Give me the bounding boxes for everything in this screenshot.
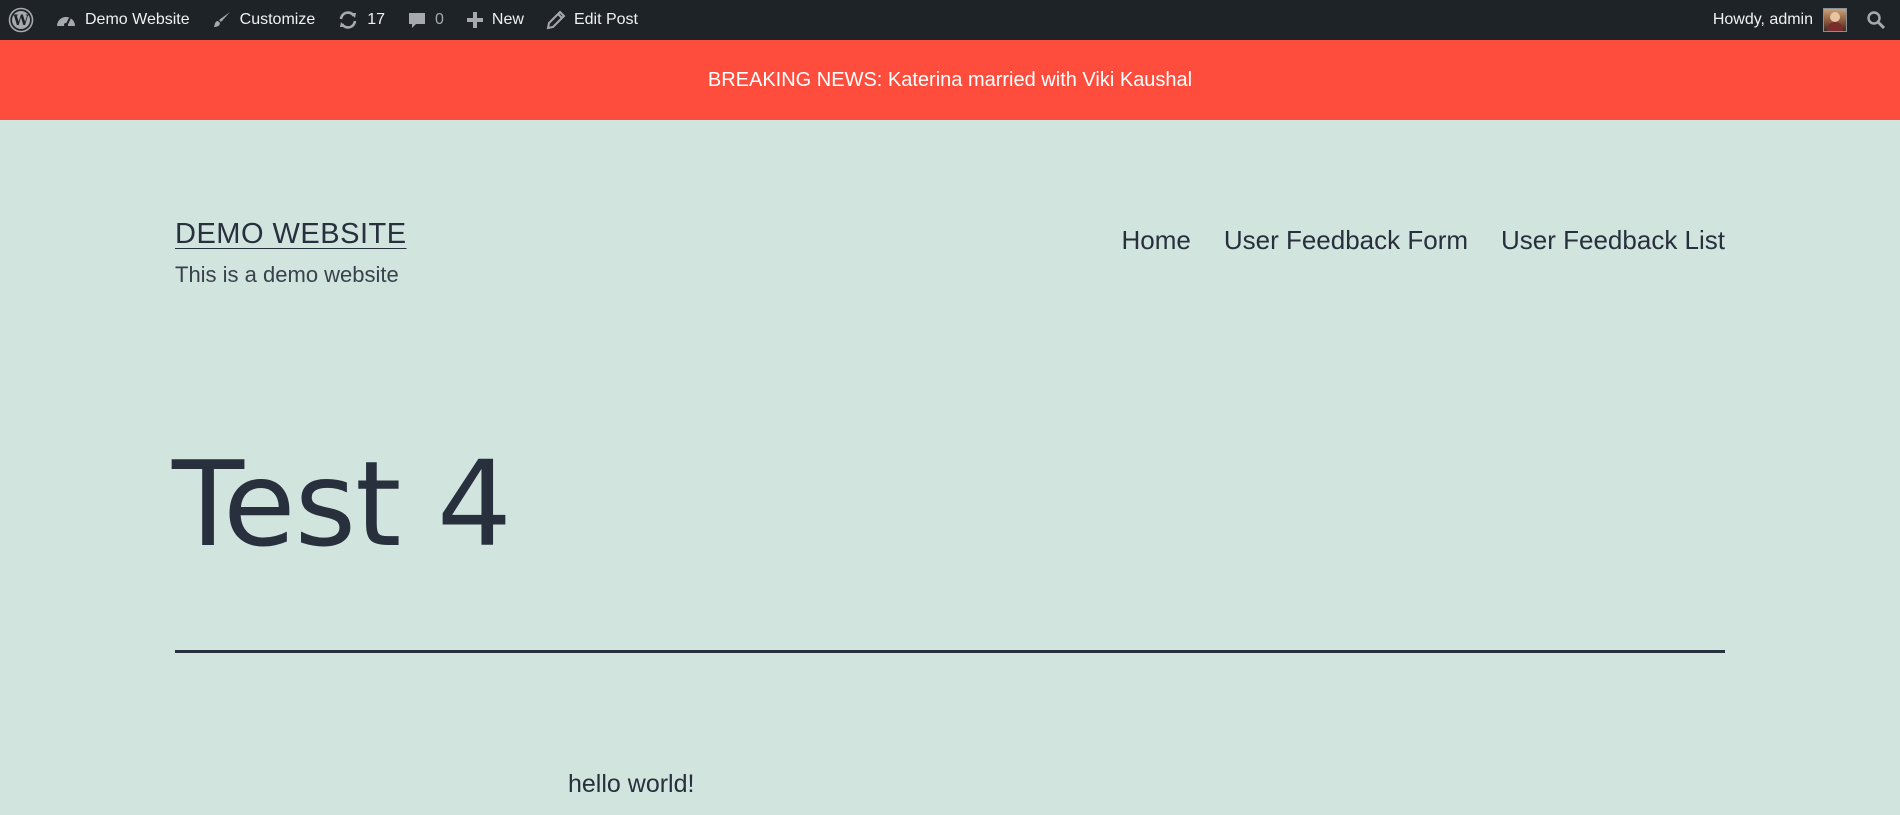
- post-content: hello world!: [568, 770, 695, 798]
- search-icon: [1866, 10, 1886, 30]
- new-label: New: [491, 11, 524, 28]
- customize-label: Customize: [239, 11, 316, 28]
- updates-count: 17: [367, 11, 386, 28]
- new-content-menu[interactable]: New: [455, 0, 535, 40]
- site-title-link[interactable]: DEMO WEBSITE: [175, 218, 407, 251]
- pencil-icon: [546, 10, 566, 30]
- breaking-news-text: BREAKING NEWS: Katerina married with Vik…: [707, 68, 1193, 91]
- nav-item-user-feedback-form[interactable]: User Feedback Form: [1224, 225, 1468, 256]
- avatar: [1823, 8, 1847, 32]
- breaking-news-banner: BREAKING NEWS: Katerina married with Vik…: [0, 40, 1900, 120]
- dashboard-icon: [55, 11, 77, 29]
- paintbrush-icon: [212, 10, 232, 30]
- wordpress-logo-menu[interactable]: W: [0, 0, 44, 40]
- updates-link[interactable]: 17: [326, 0, 396, 40]
- updates-icon: [337, 10, 359, 30]
- admin-bar-right: Howdy, admin: [1702, 0, 1900, 40]
- site-name-menu[interactable]: Demo Website: [44, 0, 201, 40]
- wordpress-logo-icon: W: [8, 7, 34, 33]
- comments-link[interactable]: 0: [396, 0, 455, 40]
- svg-text:W: W: [12, 13, 29, 29]
- admin-bar: W Demo Website Customize 17 0 New Edit P…: [0, 0, 1900, 40]
- post-title: Test 4: [172, 435, 512, 573]
- howdy-label: Howdy, admin: [1712, 11, 1813, 28]
- edit-post-label: Edit Post: [573, 11, 638, 28]
- title-separator: [175, 650, 1725, 653]
- admin-bar-left: W Demo Website Customize 17 0 New Edit P…: [0, 0, 649, 40]
- admin-search-button[interactable]: [1858, 0, 1900, 40]
- my-account-menu[interactable]: Howdy, admin: [1702, 0, 1858, 40]
- nav-item-user-feedback-list[interactable]: User Feedback List: [1501, 225, 1725, 256]
- primary-navigation: Home User Feedback Form User Feedback Li…: [1121, 225, 1725, 256]
- nav-item-home[interactable]: Home: [1121, 225, 1190, 256]
- plus-icon: [466, 11, 484, 29]
- site-name-label: Demo Website: [85, 11, 190, 28]
- site-tagline: This is a demo website: [175, 262, 399, 287]
- comments-count: 0: [435, 11, 444, 28]
- edit-post-link[interactable]: Edit Post: [535, 0, 649, 40]
- customize-link[interactable]: Customize: [201, 0, 327, 40]
- comment-bubble-icon: [407, 10, 427, 30]
